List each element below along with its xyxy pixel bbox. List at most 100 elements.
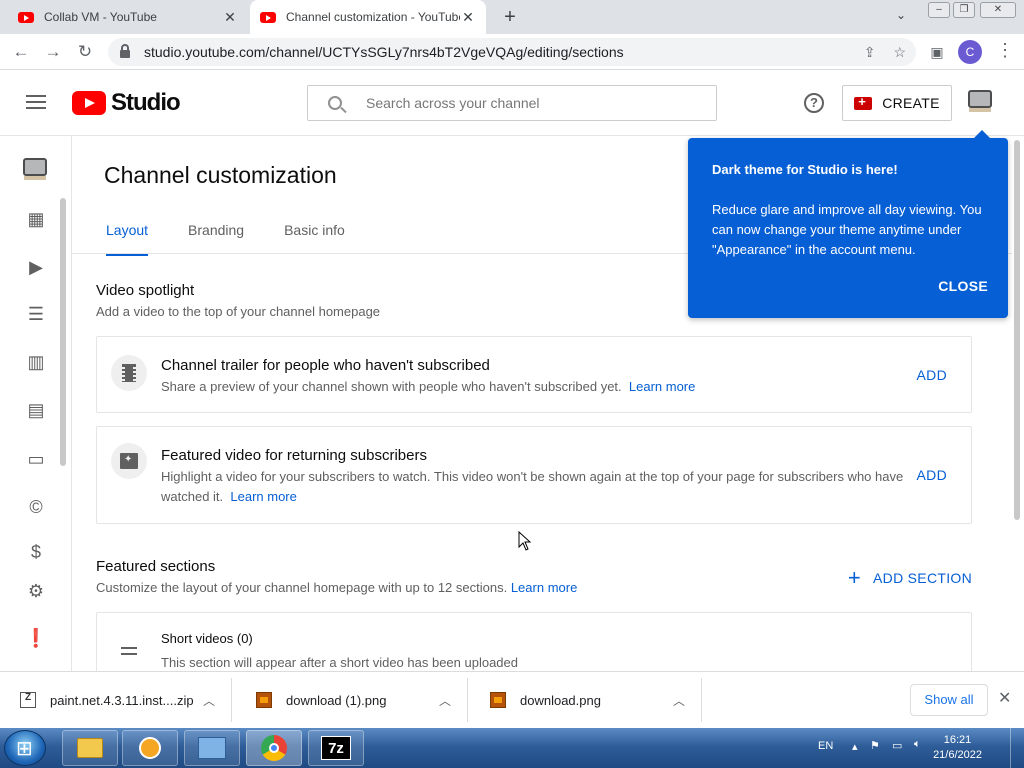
- add-trailer-button[interactable]: ADD: [917, 367, 947, 383]
- network-icon[interactable]: ▭: [892, 739, 902, 752]
- card-description: Share a preview of your channel shown wi…: [161, 377, 911, 397]
- close-tab-icon[interactable]: ✕: [222, 9, 238, 26]
- search-icon: [328, 96, 342, 110]
- minimize-window-button[interactable]: –: [928, 2, 950, 18]
- clock-time: 16:21: [943, 734, 972, 746]
- add-section-button[interactable]: + ADD SECTION: [847, 565, 972, 590]
- plus-icon: +: [847, 565, 862, 590]
- back-arrow-icon[interactable]: ←: [10, 41, 32, 63]
- clock-date: 21/6/2022: [933, 749, 982, 761]
- download-item-png-2[interactable]: download.png ︿: [470, 678, 702, 722]
- download-item-png-1[interactable]: download (1).png ︿: [236, 678, 468, 722]
- create-video-icon: [854, 94, 873, 110]
- drag-handle-icon[interactable]: [121, 647, 137, 655]
- show-desktop-button[interactable]: [1010, 728, 1024, 768]
- tooltip-heading: Dark theme for Studio is here!: [712, 162, 898, 177]
- clock[interactable]: 16:21 21/6/2022: [933, 733, 982, 763]
- analytics-icon[interactable]: ▥: [24, 350, 48, 374]
- help-icon[interactable]: ?: [804, 93, 824, 113]
- tab-basic-info[interactable]: Basic info: [274, 214, 355, 254]
- studio-logo[interactable]: Studio: [72, 89, 181, 117]
- download-filename: paint.net.4.3.11.inst....zip: [50, 692, 194, 708]
- chrome-taskbar-icon[interactable]: [246, 730, 302, 766]
- browser-tab-collab[interactable]: Collab VM - YouTube ✕: [8, 0, 248, 34]
- close-window-button[interactable]: ✕: [980, 2, 1016, 18]
- feedback-icon[interactable]: ❗: [24, 626, 48, 650]
- share-icon[interactable]: ⇪: [864, 44, 876, 61]
- dark-theme-tooltip: Dark theme for Studio is here! Reduce gl…: [688, 130, 1008, 318]
- earn-icon[interactable]: $: [24, 540, 48, 564]
- tab-title: Channel customization - YouTube: [286, 10, 460, 24]
- lock-icon: [120, 44, 130, 58]
- youtube-favicon-icon: [260, 11, 276, 23]
- settings-gear-icon[interactable]: ⚙: [24, 579, 48, 603]
- page-scrollbar[interactable]: [1014, 140, 1020, 520]
- featured-video-card: Featured video for returning subscribers…: [96, 426, 972, 524]
- volume-icon[interactable]: 🔈︎: [914, 738, 921, 751]
- download-item-zip[interactable]: paint.net.4.3.11.inst....zip ︿: [0, 678, 232, 722]
- side-panel-icon[interactable]: ▣: [926, 41, 948, 63]
- playlists-icon[interactable]: ☰: [24, 302, 48, 326]
- learn-more-link[interactable]: Learn more: [230, 489, 296, 504]
- featured-sections-subtitle: Customize the layout of your channel hom…: [96, 580, 577, 595]
- chevron-up-icon[interactable]: ︿: [673, 692, 685, 709]
- sidebar-scrollbar[interactable]: [60, 198, 66, 466]
- mouse-cursor-icon: [518, 531, 532, 551]
- close-downloads-icon[interactable]: ✕: [998, 688, 1011, 708]
- tooltip-close-button[interactable]: CLOSE: [938, 276, 988, 296]
- comments-icon[interactable]: ▤: [24, 398, 48, 422]
- show-all-downloads-button[interactable]: Show all: [910, 684, 988, 716]
- tab-search-chevron-icon[interactable]: ⌄: [896, 8, 906, 22]
- reload-icon[interactable]: ↻: [74, 41, 96, 63]
- account-avatar[interactable]: [967, 88, 997, 118]
- subtitles-icon[interactable]: ▭: [24, 447, 48, 471]
- png-file-icon: [490, 692, 506, 708]
- forward-arrow-icon[interactable]: →: [42, 41, 64, 63]
- tab-branding[interactable]: Branding: [178, 214, 254, 254]
- search-box[interactable]: [307, 85, 717, 121]
- dashboard-icon[interactable]: ▦: [24, 207, 48, 231]
- video-spotlight-subtitle: Add a video to the top of your channel h…: [96, 304, 381, 319]
- windows-taskbar: 7z EN ▴ ⚑ ▭ 🔈︎ 16:21 21/6/2022: [0, 728, 1024, 768]
- clapperboard-icon: [111, 443, 147, 479]
- chevron-up-icon[interactable]: ︿: [203, 692, 215, 709]
- new-tab-plus-icon[interactable]: +: [500, 6, 520, 28]
- address-bar[interactable]: studio.youtube.com/channel/UCTYsSGLy7nrs…: [108, 38, 916, 66]
- tab-layout[interactable]: Layout: [96, 214, 158, 256]
- browser-tab-channel-customization[interactable]: Channel customization - YouTube ✕: [250, 0, 486, 34]
- search-input[interactable]: [366, 95, 686, 111]
- profile-avatar[interactable]: C: [958, 40, 982, 64]
- tab-title: Collab VM - YouTube: [44, 10, 157, 24]
- featured-sections-title: Featured sections: [96, 558, 216, 575]
- youtube-favicon-icon: [18, 11, 34, 23]
- 7zip-taskbar-icon[interactable]: 7z: [308, 730, 364, 766]
- create-button[interactable]: CREATE: [842, 85, 952, 121]
- show-hidden-icons-icon[interactable]: ▴: [852, 740, 858, 753]
- restore-window-button[interactable]: ❐: [953, 2, 975, 18]
- browser-menu-icon[interactable]: ⋮: [996, 40, 1014, 61]
- channel-avatar[interactable]: [22, 156, 47, 180]
- logo-text: Studio: [111, 89, 181, 116]
- learn-more-link[interactable]: Learn more: [511, 580, 577, 595]
- downloads-bar: paint.net.4.3.11.inst....zip ︿ download …: [0, 671, 1024, 728]
- start-button[interactable]: [4, 730, 46, 766]
- card-description-text: Share a preview of your channel shown wi…: [161, 379, 622, 394]
- control-panel-taskbar-icon[interactable]: [184, 730, 240, 766]
- explorer-taskbar-icon[interactable]: [62, 730, 118, 766]
- action-center-flag-icon[interactable]: ⚑: [870, 739, 880, 752]
- add-section-label: ADD SECTION: [873, 570, 972, 586]
- media-player-taskbar-icon[interactable]: [122, 730, 178, 766]
- language-indicator[interactable]: EN: [818, 740, 833, 752]
- short-videos-section[interactable]: Short videos (0) This section will appea…: [96, 612, 972, 671]
- copyright-icon[interactable]: ©: [24, 495, 48, 519]
- chevron-up-icon[interactable]: ︿: [439, 692, 451, 709]
- bookmark-star-icon[interactable]: ☆: [893, 44, 906, 61]
- channel-trailer-card: Channel trailer for people who haven't s…: [96, 336, 972, 413]
- close-tab-icon[interactable]: ✕: [460, 9, 476, 26]
- create-label: CREATE: [882, 95, 940, 111]
- menu-icon[interactable]: [26, 95, 46, 109]
- learn-more-link[interactable]: Learn more: [629, 379, 695, 394]
- add-featured-video-button[interactable]: ADD: [917, 467, 947, 483]
- content-icon[interactable]: ▶: [24, 255, 48, 279]
- video-spotlight-title: Video spotlight: [96, 282, 195, 299]
